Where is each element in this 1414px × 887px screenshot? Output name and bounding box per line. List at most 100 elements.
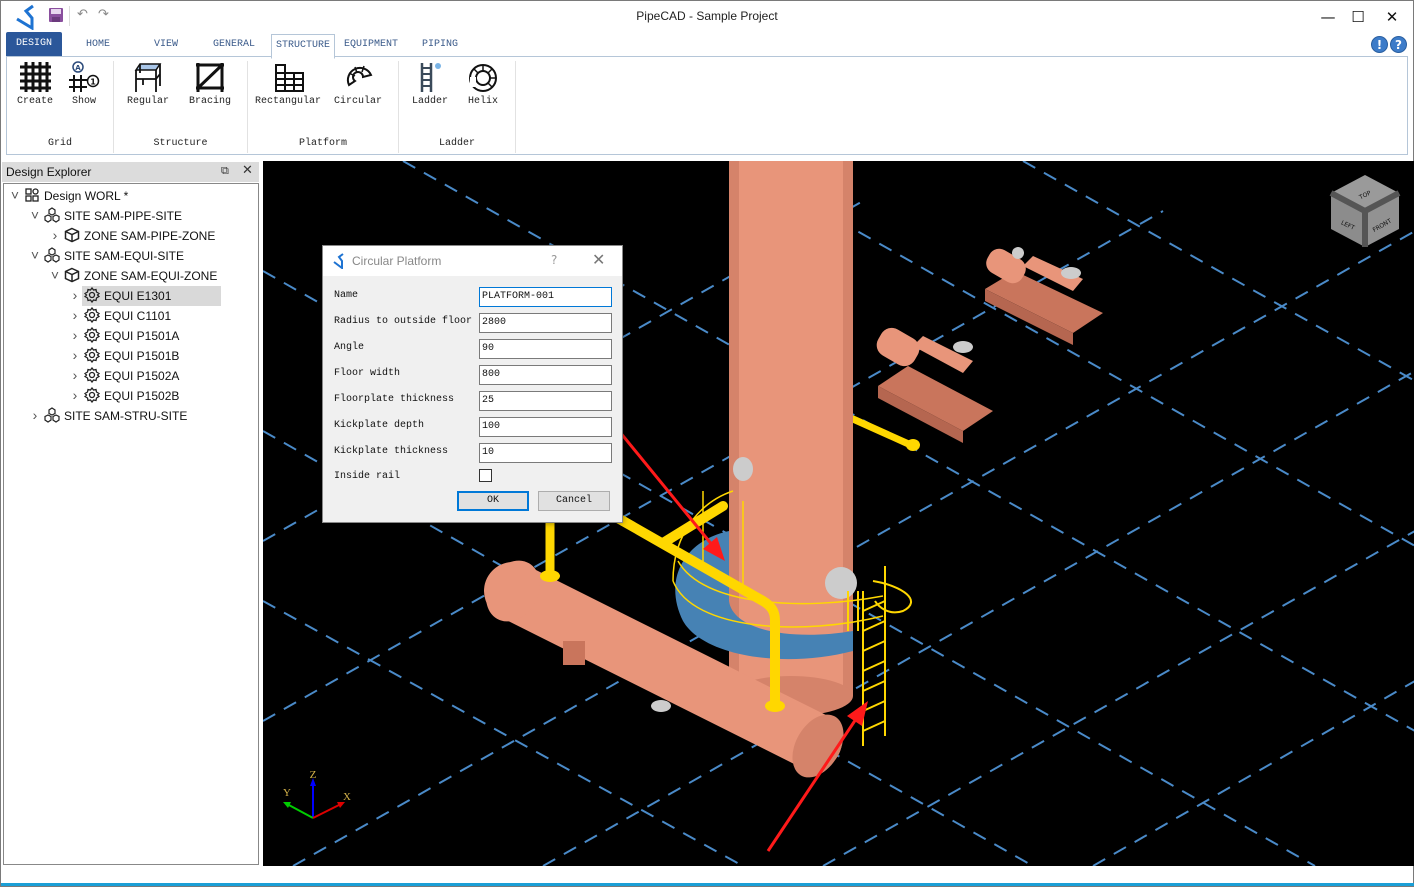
chevron-down-icon[interactable]: ˅ bbox=[8, 185, 22, 205]
chevron-down-icon[interactable]: ˅ bbox=[28, 245, 42, 265]
tree-node[interactable]: ˅ SITE SAM-EQUI-SITE bbox=[28, 245, 188, 265]
site-icon bbox=[44, 407, 60, 423]
tab-design[interactable]: DESIGN bbox=[6, 32, 62, 56]
tree-node[interactable]: ˅ SITE SAM-PIPE-SITE bbox=[28, 205, 186, 225]
dialog-help-button[interactable]: ? bbox=[551, 253, 557, 267]
tree-node[interactable]: › EQUI P1501A bbox=[68, 325, 183, 345]
platform-circular-button[interactable]: Circular bbox=[330, 61, 386, 107]
helix-icon bbox=[469, 64, 497, 92]
chevron-right-icon[interactable]: › bbox=[68, 325, 82, 345]
info-icon[interactable]: ! bbox=[1371, 36, 1388, 53]
tab-view[interactable]: VIEW bbox=[139, 34, 193, 57]
world-icon bbox=[24, 187, 40, 203]
field-input[interactable]: 2800 bbox=[479, 313, 612, 333]
structure-bracing-button[interactable]: Bracing bbox=[184, 61, 236, 107]
zone-icon bbox=[64, 267, 80, 283]
cancel-button[interactable]: Cancel bbox=[538, 491, 610, 511]
tree-node-content[interactable]: SITE SAM-STRU-SITE bbox=[42, 406, 191, 426]
chevron-right-icon[interactable]: › bbox=[68, 365, 82, 385]
tab-general[interactable]: GENERAL bbox=[205, 34, 263, 57]
view-cube[interactable]: TOP LEFT FRONT bbox=[1325, 171, 1405, 251]
field-input[interactable]: PLATFORM-001 bbox=[479, 287, 612, 307]
tree-node-content[interactable]: Design WORL * bbox=[22, 186, 132, 206]
helix-button[interactable]: Helix bbox=[461, 61, 505, 107]
bracing-icon bbox=[196, 63, 224, 92]
tab-structure[interactable]: STRUCTURE bbox=[271, 34, 335, 59]
grid-show-label: Show bbox=[71, 96, 96, 107]
chevron-down-icon[interactable]: ˅ bbox=[28, 205, 42, 225]
tree-node[interactable]: › EQUI P1502A bbox=[68, 365, 183, 385]
tree-node-label: SITE SAM-EQUI-SITE bbox=[64, 249, 185, 263]
tree-node-content[interactable]: EQUI C1101 bbox=[82, 306, 175, 326]
chevron-right-icon[interactable]: › bbox=[68, 345, 82, 365]
structure-regular-label: Regular bbox=[126, 96, 169, 107]
minimize-button[interactable]: — bbox=[1313, 5, 1343, 29]
help-icon[interactable]: ? bbox=[1390, 36, 1407, 53]
field-input[interactable]: 800 bbox=[479, 365, 612, 385]
tree-node-content[interactable]: ZONE SAM-EQUI-ZONE bbox=[62, 266, 221, 286]
field-label: Kickplate thickness bbox=[334, 446, 449, 457]
tree-node-label: EQUI E1301 bbox=[104, 289, 172, 303]
tree-node[interactable]: › ZONE SAM-PIPE-ZONE bbox=[48, 225, 219, 245]
float-panel-icon[interactable]: ⧉ bbox=[221, 164, 229, 178]
maximize-button[interactable]: ☐ bbox=[1343, 5, 1373, 29]
tree-node-content[interactable]: EQUI P1502A bbox=[82, 366, 183, 386]
field-input[interactable]: 10 bbox=[479, 443, 612, 463]
tree-node[interactable]: › SITE SAM-STRU-SITE bbox=[28, 405, 191, 425]
grid-icon bbox=[20, 62, 51, 92]
dialog-close-button[interactable]: ✕ bbox=[592, 250, 605, 269]
ladder-button[interactable]: Ladder bbox=[407, 61, 453, 107]
tree-node-content[interactable]: EQUI E1301 bbox=[82, 286, 222, 306]
tree-node-label: EQUI P1502A bbox=[104, 369, 180, 383]
tree-node[interactable]: › EQUI P1501B bbox=[68, 345, 183, 365]
chevron-right-icon[interactable]: › bbox=[28, 405, 42, 425]
tree-node[interactable]: › EQUI P1502B bbox=[68, 385, 183, 405]
tree-node-content[interactable]: SITE SAM-PIPE-SITE bbox=[42, 206, 186, 226]
design-tree: ˅ Design WORL * ˅ SITE SAM-PIPE-SITE › ZONE S… bbox=[3, 183, 259, 865]
ribbon-group-ladder: Ladder Helix Ladder bbox=[399, 61, 516, 153]
dialog-title: Circular Platform bbox=[352, 254, 442, 268]
grid-create-button[interactable]: Create bbox=[11, 61, 59, 107]
tree-node-label: ZONE SAM-PIPE-ZONE bbox=[84, 229, 216, 243]
svg-text:A: A bbox=[75, 64, 81, 72]
tree-node-label: EQUI P1502B bbox=[104, 389, 180, 403]
inside-rail-label: Inside rail bbox=[334, 471, 401, 482]
field-input[interactable]: 25 bbox=[479, 391, 612, 411]
field-input[interactable]: 90 bbox=[479, 339, 612, 359]
tab-equipment[interactable]: EQUIPMENT bbox=[339, 34, 403, 57]
structure-bracing-label: Bracing bbox=[188, 96, 231, 107]
inside-rail-checkbox[interactable] bbox=[479, 469, 492, 482]
title-bar: ↶ ↷ PipeCAD - Sample Project — ☐ ✕ bbox=[1, 1, 1413, 31]
chevron-right-icon[interactable]: › bbox=[68, 385, 82, 405]
axis-z-label: Z bbox=[310, 769, 317, 781]
dialog-title-bar: Circular Platform ? ✕ bbox=[323, 246, 622, 276]
explorer-header: Design Explorer ⧉ ✕ bbox=[2, 162, 259, 182]
chevron-right-icon[interactable]: › bbox=[68, 285, 82, 305]
platform-rectangular-button[interactable]: Rectangular bbox=[252, 61, 324, 107]
tree-node[interactable]: › EQUI E1301 bbox=[68, 285, 222, 306]
close-button[interactable]: ✕ bbox=[1377, 5, 1407, 29]
zone-icon bbox=[64, 227, 80, 243]
equipment-icon bbox=[83, 326, 101, 344]
column-c1101 bbox=[729, 161, 853, 696]
structure-regular-button[interactable]: Regular bbox=[122, 61, 174, 107]
grid-show-button[interactable]: A 1 Show bbox=[63, 61, 105, 107]
tree-node-content[interactable]: EQUI P1502B bbox=[82, 386, 183, 406]
tab-piping[interactable]: PIPING bbox=[413, 34, 467, 57]
tab-home[interactable]: HOME bbox=[71, 34, 125, 57]
tree-node-content[interactable]: SITE SAM-EQUI-SITE bbox=[42, 246, 188, 266]
tree-node-content[interactable]: EQUI P1501A bbox=[82, 326, 183, 346]
chevron-right-icon[interactable]: › bbox=[68, 305, 82, 325]
tree-node-content[interactable]: EQUI P1501B bbox=[82, 346, 183, 366]
field-input[interactable]: 100 bbox=[479, 417, 612, 437]
tree-node[interactable]: › EQUI C1101 bbox=[68, 305, 175, 325]
tree-node-content[interactable]: ZONE SAM-PIPE-ZONE bbox=[62, 226, 219, 246]
circular-platform-dialog: Circular Platform ? ✕ Name PLATFORM-001 Ra… bbox=[322, 245, 623, 523]
field-label: Floor width bbox=[334, 368, 401, 379]
tree-node[interactable]: ˅ Design WORL * bbox=[8, 185, 132, 205]
chevron-right-icon[interactable]: › bbox=[48, 225, 62, 245]
ok-button[interactable]: OK bbox=[457, 491, 529, 511]
chevron-down-icon[interactable]: ˅ bbox=[48, 265, 62, 285]
tree-node[interactable]: ˅ ZONE SAM-EQUI-ZONE bbox=[48, 265, 221, 285]
close-panel-icon[interactable]: ✕ bbox=[242, 163, 253, 178]
